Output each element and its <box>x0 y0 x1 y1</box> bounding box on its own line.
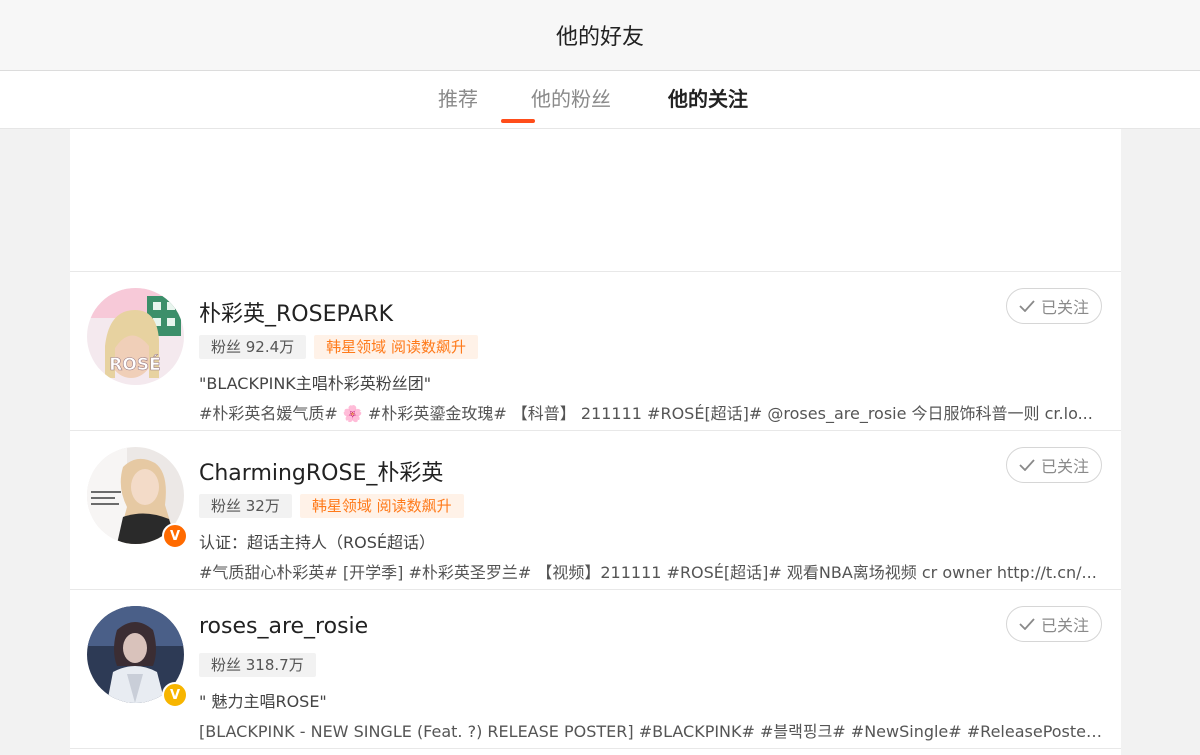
check-icon <box>1019 300 1035 312</box>
verified-badge-icon: V <box>162 523 188 549</box>
check-icon <box>1019 459 1035 471</box>
avatar[interactable]: ROSÉ <box>87 288 184 385</box>
active-tab-indicator <box>501 119 535 123</box>
user-list-item[interactable]: ROSÉ 朴彩英_ROSEPARK 粉丝 92.4万 韩星领域 阅读数飙升 "B… <box>70 272 1121 431</box>
following-button[interactable]: 已关注 <box>1006 606 1102 642</box>
tab-his-following[interactable]: 他的关注 <box>668 71 748 128</box>
tab-recommend[interactable]: 推荐 <box>438 71 478 128</box>
recent-posts-text: #气质甜心朴彩英# [开学季] #朴彩英圣罗兰# 【视频】211111 #ROS… <box>199 563 1097 582</box>
fans-count-badge: 粉丝 318.7万 <box>199 653 316 677</box>
user-list-panel: ROSÉ 朴彩英_ROSEPARK 粉丝 92.4万 韩星领域 阅读数飙升 "B… <box>70 129 1121 755</box>
user-description: " 魅力主唱ROSE" <box>199 692 327 711</box>
hot-tag-badge[interactable]: 韩星领域 阅读数飙升 <box>314 335 478 359</box>
recent-posts-text: #朴彩英名媛气质# 🌸 #朴彩英鎏金玫瑰# 【科普】 211111 #ROSÉ[… <box>199 404 1093 423</box>
user-name[interactable]: CharmingROSE_朴彩英 <box>199 455 443 487</box>
blank-area <box>70 129 1121 272</box>
fans-count-badge: 粉丝 92.4万 <box>199 335 307 359</box>
following-label: 已关注 <box>1040 457 1089 476</box>
fans-count-badge: 粉丝 32万 <box>199 494 292 518</box>
user-tags: 粉丝 92.4万 韩星领域 阅读数飙升 <box>199 335 478 359</box>
title-bar: 他的好友 <box>0 0 1200 71</box>
user-tags: 粉丝 32万 韩星领域 阅读数飙升 <box>199 494 464 518</box>
following-label: 已关注 <box>1040 298 1089 317</box>
following-button[interactable]: 已关注 <box>1006 288 1102 324</box>
tab-his-fans[interactable]: 他的粉丝 <box>531 71 611 128</box>
hot-tag-badge[interactable]: 韩星领域 阅读数飙升 <box>299 494 464 518</box>
user-list-item[interactable]: V CharmingROSE_朴彩英 粉丝 32万 韩星领域 阅读数飙升 认证：… <box>70 431 1121 590</box>
following-label: 已关注 <box>1040 616 1089 635</box>
user-name[interactable]: 朴彩英_ROSEPARK <box>199 296 393 328</box>
verified-badge-icon: V <box>162 682 188 708</box>
page-title: 他的好友 <box>555 25 644 50</box>
check-icon <box>1019 618 1035 630</box>
user-description: 认证：超话主持人（ROSÉ超话） <box>199 533 435 552</box>
user-description: "BLACKPINK主唱朴彩英粉丝团" <box>199 374 432 393</box>
avatar-rose-lettering: ROSÉ <box>109 353 160 375</box>
following-button[interactable]: 已关注 <box>1006 447 1102 483</box>
user-name[interactable]: roses_are_rosie <box>199 614 368 639</box>
tab-bar: 推荐 他的粉丝 他的关注 <box>0 71 1200 129</box>
user-tags: 粉丝 318.7万 <box>199 653 316 677</box>
recent-posts-text: [BLACKPINK - NEW SINGLE (Feat. ?) RELEAS… <box>199 722 1103 741</box>
user-list-item[interactable]: V roses_are_rosie 粉丝 318.7万 " 魅力主唱ROSE" … <box>70 590 1121 749</box>
